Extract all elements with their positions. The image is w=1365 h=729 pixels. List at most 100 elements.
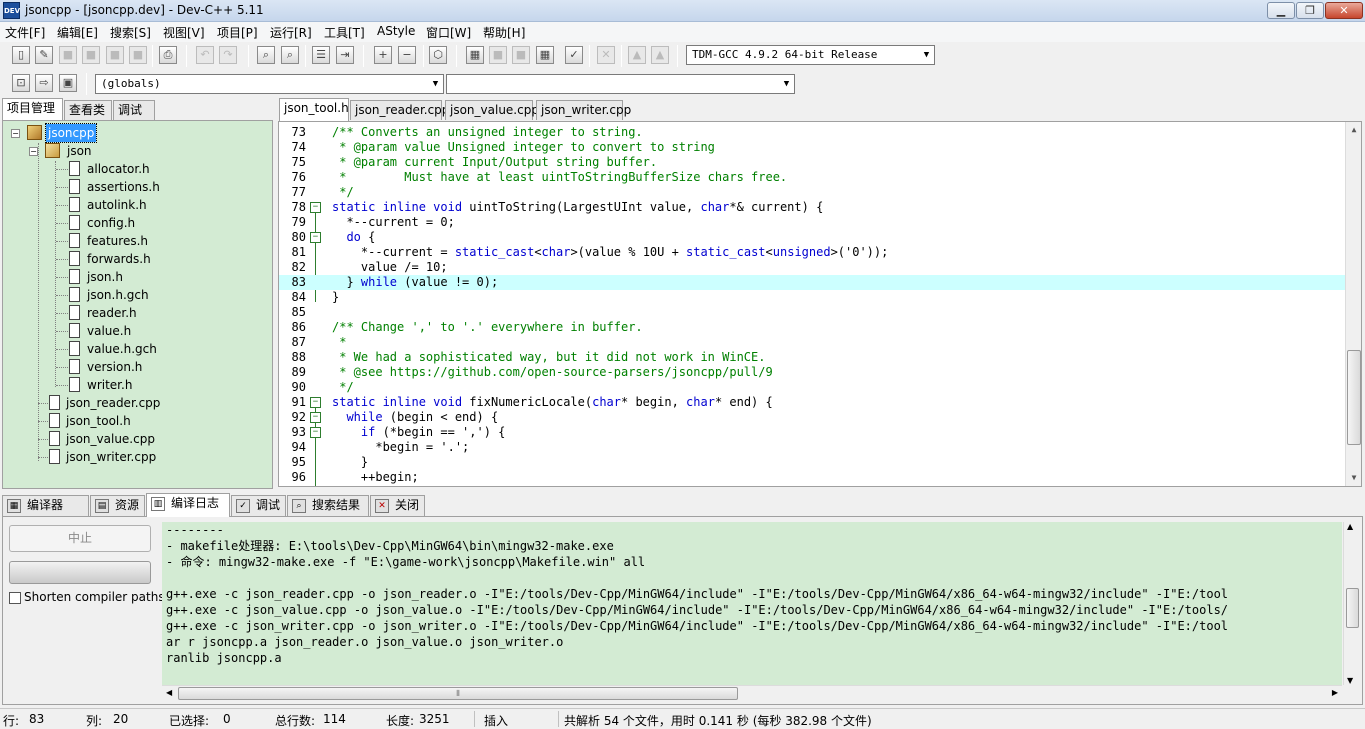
tree-project-row[interactable]: − jsoncpp [11, 123, 271, 143]
code-line[interactable]: 79 *--current = 0; [279, 215, 1347, 230]
goto-line-icon[interactable]: ☰ [312, 46, 330, 64]
delete-profile-icon[interactable]: ▲ [651, 46, 669, 64]
tab-search-results[interactable]: ⌕ 搜索结果 [287, 495, 369, 516]
menu-project[interactable]: 项目[P] [217, 24, 258, 41]
code-line[interactable]: 78− static inline void uintToString(Large… [279, 200, 1347, 215]
add-to-project-icon[interactable]: + [374, 46, 392, 64]
menu-run[interactable]: 运行[R] [270, 24, 312, 41]
tab-compile-log[interactable]: ▥ 编译日志 [146, 493, 230, 517]
profile-icon[interactable]: ▲ [628, 46, 646, 64]
tree-file-row[interactable]: json_writer.cpp [30, 448, 270, 466]
tree-file-row[interactable]: reader.h [49, 304, 269, 322]
editor-vertical-scrollbar[interactable]: ▲ ▼ [1345, 122, 1361, 486]
tree-file-row[interactable]: features.h [49, 232, 269, 250]
code-line[interactable]: 80− do { [279, 230, 1347, 245]
tab-json-tool-h[interactable]: json_tool.h [279, 98, 349, 121]
menu-view[interactable]: 视图[V] [163, 24, 205, 41]
code-line[interactable]: 96 ++begin; [279, 470, 1347, 485]
code-line[interactable]: 91− static inline void fixNumericLocale(c… [279, 395, 1347, 410]
code-line[interactable]: 83 } while (value != 0); [279, 275, 1347, 290]
tab-json-writer-cpp[interactable]: json_writer.cpp [536, 100, 631, 120]
save-icon[interactable]: ■ [59, 46, 77, 64]
compile-log[interactable]: -------- - makefile处理器: E:\tools\Dev-Cpp\… [162, 522, 1342, 685]
tab-close[interactable]: ✕ 关闭 [370, 495, 425, 516]
syntax-check-icon[interactable]: ✓ [565, 46, 583, 64]
close-all-icon[interactable]: ■ [129, 46, 147, 64]
redo-icon[interactable]: ↷ [219, 46, 237, 64]
code-line[interactable]: 85 [279, 305, 1347, 320]
menu-file[interactable]: 文件[F] [5, 24, 45, 41]
fold-toggle-icon[interactable]: − [310, 202, 321, 213]
fold-toggle-icon[interactable]: − [310, 427, 321, 438]
tab-project-manager[interactable]: 项目管理 [2, 98, 63, 120]
code-line[interactable]: 74 * @param value Unsigned integer to co… [279, 140, 1347, 155]
code-line[interactable]: 87 * [279, 335, 1347, 350]
tree-file-row[interactable]: allocator.h [49, 160, 269, 178]
code-line[interactable]: 92− while (begin < end) { [279, 410, 1347, 425]
code-line[interactable]: 94 *begin = '.'; [279, 440, 1347, 455]
scroll-left-icon[interactable]: ◀ [166, 688, 172, 697]
code-line[interactable]: 90 */ [279, 380, 1347, 395]
menu-tools[interactable]: 工具[T] [324, 24, 365, 41]
tab-json-reader-cpp[interactable]: json_reader.cpp [350, 100, 449, 120]
code-line[interactable]: 93− if (*begin == ',') { [279, 425, 1347, 440]
compiler-select[interactable]: TDM-GCC 4.9.2 64-bit Release ▼ [686, 45, 935, 65]
project-options-icon[interactable]: ⬡ [429, 46, 447, 64]
minimize-button[interactable]: ▁ [1267, 2, 1295, 19]
save-all-icon[interactable]: ■ [82, 46, 100, 64]
tree-file-row[interactable]: json.h [49, 268, 269, 286]
tab-compiler[interactable]: ▦ 编译器 (2) [2, 495, 89, 531]
fold-toggle-icon[interactable]: − [310, 412, 321, 423]
close-window-button[interactable]: ✕ [1325, 2, 1363, 19]
code-line[interactable]: 77 */ [279, 185, 1347, 200]
log-vertical-scrollbar[interactable]: ▲ ▼ [1343, 522, 1361, 685]
fold-toggle-icon[interactable]: − [310, 397, 321, 408]
tree-file-row[interactable]: json_tool.h [30, 412, 270, 430]
code-line[interactable]: 82 value /= 10; [279, 260, 1347, 275]
scrollbar-thumb[interactable]: ⦀ [178, 687, 738, 700]
code-line[interactable]: 81 *--current = static_cast<char>(value … [279, 245, 1347, 260]
tree-file-row[interactable]: version.h [49, 358, 269, 376]
compile-icon[interactable]: ▦ [466, 46, 484, 64]
tab-class-view[interactable]: 查看类 [64, 100, 112, 120]
close-file-icon[interactable]: ■ [106, 46, 124, 64]
code-line[interactable]: 75 * @param current Input/Output string … [279, 155, 1347, 170]
tab-json-value-cpp[interactable]: json_value.cpp [445, 100, 539, 120]
shorten-paths-checkbox[interactable] [9, 592, 21, 604]
devcpp-app-icon[interactable]: DEV [3, 2, 20, 19]
tree-folder-row[interactable]: − json [29, 142, 269, 160]
tree-file-row[interactable]: json.h.gch [49, 286, 269, 304]
tab-debug-left[interactable]: 调试 [113, 100, 155, 120]
stop-execution-icon[interactable]: ✕ [597, 46, 615, 64]
code-line[interactable]: 95 } [279, 455, 1347, 470]
menu-search[interactable]: 搜索[S] [110, 24, 151, 41]
scrollbar-thumb[interactable] [1347, 350, 1361, 445]
tree-file-row[interactable]: value.h.gch [49, 340, 269, 358]
collapse-icon[interactable]: − [11, 129, 20, 138]
code-line[interactable]: 86 /** Change ',' to '.' everywhere in bu… [279, 320, 1347, 335]
tree-file-row[interactable]: json_reader.cpp [30, 394, 270, 412]
tree-file-row[interactable]: config.h [49, 214, 269, 232]
menu-window[interactable]: 窗口[W] [426, 24, 471, 41]
menu-astyle[interactable]: AStyle [377, 24, 415, 38]
tab-resources[interactable]: ▤ 资源 [90, 495, 145, 516]
remove-from-project-icon[interactable]: − [398, 46, 416, 64]
stop-compile-button[interactable]: 中止 [9, 525, 151, 552]
scroll-up-icon[interactable]: ▲ [1347, 522, 1353, 531]
maximize-button[interactable]: ❐ [1296, 2, 1324, 19]
code-line[interactable]: 84} [279, 290, 1347, 305]
scroll-down-icon[interactable]: ▼ [1346, 470, 1361, 486]
undo-icon[interactable]: ↶ [196, 46, 214, 64]
scrollbar-thumb[interactable] [1346, 588, 1359, 628]
fold-toggle-icon[interactable]: − [310, 232, 321, 243]
code-line[interactable]: 73 /** Converts an unsigned integer to st… [279, 125, 1347, 140]
scroll-right-icon[interactable]: ▶ [1332, 688, 1338, 697]
run-icon[interactable]: ■ [489, 46, 507, 64]
menu-help[interactable]: 帮助[H] [483, 24, 525, 41]
tree-file-row[interactable]: forwards.h [49, 250, 269, 268]
globals-select[interactable]: (globals) ▼ [95, 74, 444, 94]
tree-file-row[interactable]: json_value.cpp [30, 430, 270, 448]
insert-icon[interactable]: ⊡ [12, 74, 30, 92]
goto-declaration-icon[interactable]: ⇨ [35, 74, 53, 92]
goto-definition-icon[interactable]: ▣ [59, 74, 77, 92]
